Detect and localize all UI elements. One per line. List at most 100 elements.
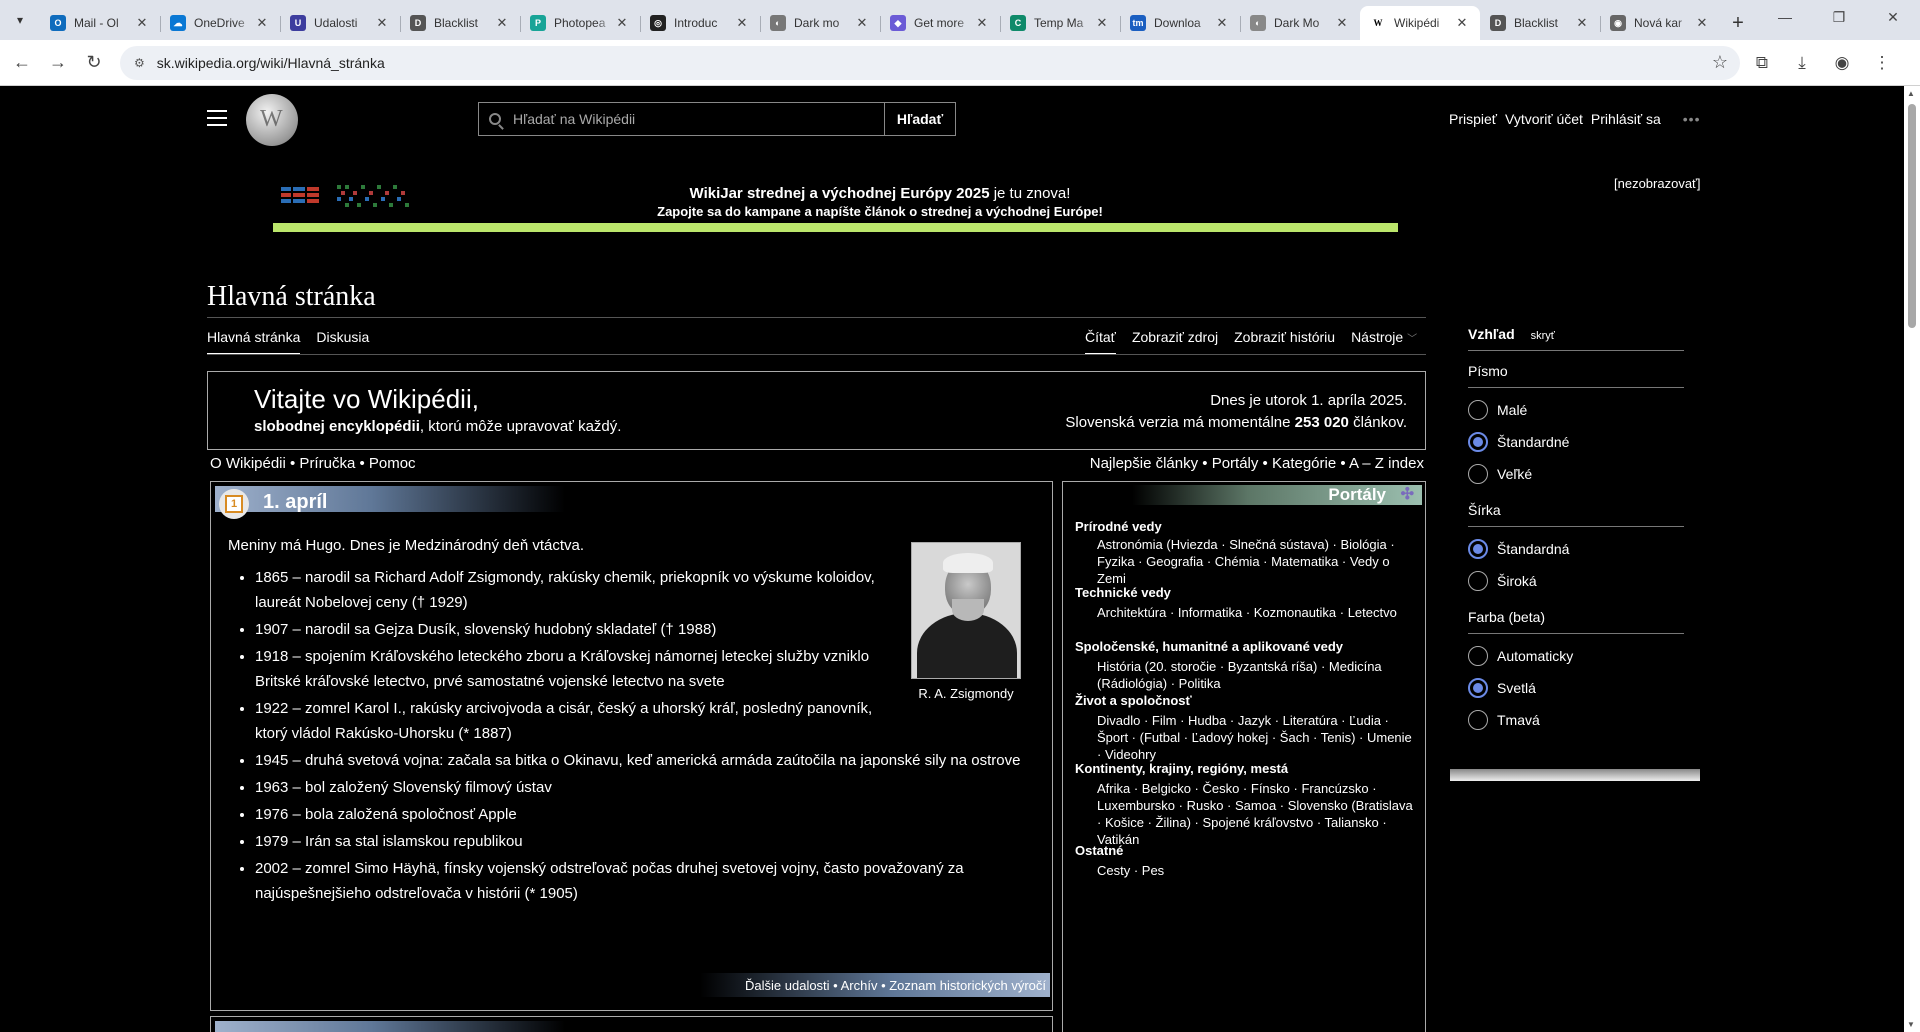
free-encyclopedia-link[interactable]: slobodnej encyklopédii: [254, 418, 420, 435]
tab-tools[interactable]: Nástroje ﹀: [1351, 329, 1417, 355]
banner-subtitle[interactable]: Zapojte sa do kampane a napíšte článok o…: [640, 204, 1120, 219]
browser-tab[interactable]: ☁ OneDrive ✕: [160, 6, 280, 40]
site-info-icon[interactable]: ⚙: [134, 56, 145, 70]
more-options-icon[interactable]: •••: [1683, 111, 1701, 127]
portal-links[interactable]: Architektúra · Informatika · Kozmonautik…: [1097, 604, 1415, 621]
tab-close-icon[interactable]: ✕: [1334, 15, 1350, 31]
tab-close-icon[interactable]: ✕: [134, 15, 150, 31]
font-size-option[interactable]: Malé: [1468, 394, 1684, 426]
browser-tab[interactable]: ◆ Get more ✕: [880, 6, 1000, 40]
portal-links[interactable]: Afrika · Belgicko · Česko · Fínsko · Fra…: [1097, 780, 1415, 848]
tab-main-page[interactable]: Hlavná stránka: [207, 329, 301, 355]
appearance-title: Vzhľad: [1468, 326, 1515, 342]
browser-tab[interactable]: U Udalosti ✕: [280, 6, 400, 40]
radio-button[interactable]: [1468, 646, 1488, 666]
browser-tab[interactable]: ◐ Dark mo ✕: [760, 6, 880, 40]
search-input[interactable]: [513, 111, 853, 127]
menu-kebab-icon[interactable]: ⋮: [1864, 45, 1900, 81]
page-scrollbar[interactable]: ▲ ▼: [1904, 86, 1920, 1032]
profile-icon[interactable]: ◉: [1824, 45, 1860, 81]
bookmark-star-icon[interactable]: ☆: [1712, 52, 1728, 73]
tab-close-icon[interactable]: ✕: [1694, 15, 1710, 31]
browser-tab[interactable]: P Photopea ✕: [520, 6, 640, 40]
tab-search-chevron-icon[interactable]: ▾: [0, 0, 40, 40]
radio-button[interactable]: [1468, 464, 1488, 484]
tab-close-icon[interactable]: ✕: [1094, 15, 1110, 31]
index-links[interactable]: Najlepšie články • Portály • Kategórie •…: [1090, 455, 1424, 472]
main-menu-icon[interactable]: [207, 110, 227, 131]
browser-tab[interactable]: C Temp Ma ✕: [1000, 6, 1120, 40]
back-icon[interactable]: ←: [4, 45, 40, 81]
tab-favicon-icon: U: [290, 15, 306, 31]
font-size-option[interactable]: Veľké: [1468, 458, 1684, 490]
browser-tab[interactable]: W Wikipédi ✕: [1360, 6, 1480, 40]
width-option[interactable]: Široká: [1468, 565, 1684, 597]
browser-tab-strip: ▾ O Mail - Ol ✕ ☁ OneDrive ✕ U Udalosti ✕ D Blackl…: [0, 0, 1920, 40]
search-button[interactable]: Hľadať: [884, 102, 956, 136]
banner-hide-link[interactable]: [nezobrazovať]: [1614, 176, 1701, 191]
radio-button[interactable]: [1468, 710, 1488, 730]
extensions-icon[interactable]: ⧉: [1744, 45, 1780, 81]
close-window-icon[interactable]: ✕: [1866, 0, 1920, 34]
tab-close-icon[interactable]: ✕: [734, 15, 750, 31]
restore-icon[interactable]: ❐: [1812, 0, 1866, 34]
browser-tab[interactable]: ◎ Introduc ✕: [640, 6, 760, 40]
tab-read[interactable]: Čítať: [1085, 329, 1116, 355]
browser-tab[interactable]: D Blacklist ✕: [1480, 6, 1600, 40]
tab-close-icon[interactable]: ✕: [374, 15, 390, 31]
count-value[interactable]: 253 020: [1295, 414, 1349, 431]
welcome-box: Vitajte vo Wikipédii, slobodnej encyklop…: [207, 371, 1426, 450]
tab-close-icon[interactable]: ✕: [614, 15, 630, 31]
forward-icon[interactable]: →: [40, 45, 76, 81]
color-theme-option[interactable]: Tmavá: [1468, 704, 1684, 736]
browser-tab[interactable]: tm Downloa ✕: [1120, 6, 1240, 40]
portal-links[interactable]: Astronómia (Hviezda · Slnečná sústava) ·…: [1097, 536, 1415, 587]
scroll-up-icon[interactable]: ▲: [1907, 89, 1915, 98]
tab-close-icon[interactable]: ✕: [494, 15, 510, 31]
tab-close-icon[interactable]: ✕: [854, 15, 870, 31]
scrollbar-thumb[interactable]: [1908, 104, 1916, 328]
portal-links[interactable]: Divadlo · Film · Hudba · Jazyk · Literat…: [1097, 712, 1415, 763]
tab-close-icon[interactable]: ✕: [1574, 15, 1590, 31]
tab-discussion[interactable]: Diskusia: [316, 329, 369, 355]
appearance-hide-button[interactable]: skryť: [1531, 330, 1555, 342]
address-bar[interactable]: ⚙ sk.wikipedia.org/wiki/Hlavná_stránka ☆: [120, 45, 1740, 80]
color-theme-option[interactable]: Svetlá: [1468, 672, 1684, 704]
portal-links[interactable]: Cesty · Pes: [1097, 862, 1415, 879]
radio-button[interactable]: [1468, 539, 1488, 559]
radio-button[interactable]: [1468, 432, 1488, 452]
tab-view-history[interactable]: Zobraziť históriu: [1234, 329, 1335, 355]
tab-close-icon[interactable]: ✕: [254, 15, 270, 31]
help-links[interactable]: O Wikipédii • Príručka • Pomoc: [210, 455, 416, 472]
font-size-option[interactable]: Štandardné: [1468, 426, 1684, 458]
color-theme-option-label: Automaticky: [1497, 648, 1574, 664]
on-this-day-title[interactable]: 1. apríl: [263, 491, 327, 514]
radio-button[interactable]: [1468, 400, 1488, 420]
scroll-down-icon[interactable]: ▼: [1907, 1020, 1915, 1029]
radio-button[interactable]: [1468, 678, 1488, 698]
browser-tab[interactable]: D Blacklist ✕: [400, 6, 520, 40]
more-events-links[interactable]: Ďalšie udalosti • Archív • Zoznam histor…: [700, 973, 1050, 997]
new-tab-button[interactable]: +: [1720, 6, 1756, 40]
browser-tab[interactable]: O Mail - Ol ✕: [40, 6, 160, 40]
login-link[interactable]: Prihlásiť sa: [1591, 111, 1661, 127]
contribute-link[interactable]: Prispieť: [1449, 111, 1497, 127]
minimize-icon[interactable]: —: [1758, 0, 1812, 34]
banner-title[interactable]: WikiJar strednej a východnej Európy 2025: [690, 185, 990, 202]
tab-view-source[interactable]: Zobraziť zdroj: [1132, 329, 1218, 355]
tab-close-icon[interactable]: ✕: [1454, 15, 1470, 31]
create-account-link[interactable]: Vytvoriť účet: [1505, 111, 1583, 127]
download-icon[interactable]: ⤓: [1784, 45, 1820, 81]
portals-title[interactable]: Portály: [1328, 485, 1386, 505]
browser-tab[interactable]: ◐ Dark Mo ✕: [1240, 6, 1360, 40]
wikipedia-logo[interactable]: [246, 94, 298, 146]
portal-links[interactable]: História (20. storočie · Byzantská ríša)…: [1097, 658, 1415, 692]
tab-close-icon[interactable]: ✕: [1214, 15, 1230, 31]
reload-icon[interactable]: ↻: [76, 45, 112, 81]
campaign-banner: WikiJar strednej a východnej Európy 2025…: [640, 185, 1120, 219]
color-theme-option[interactable]: Automaticky: [1468, 640, 1684, 672]
width-option[interactable]: Štandardná: [1468, 533, 1684, 565]
tab-close-icon[interactable]: ✕: [974, 15, 990, 31]
browser-tab[interactable]: ◉ Nová kar ✕: [1600, 6, 1720, 40]
radio-button[interactable]: [1468, 571, 1488, 591]
